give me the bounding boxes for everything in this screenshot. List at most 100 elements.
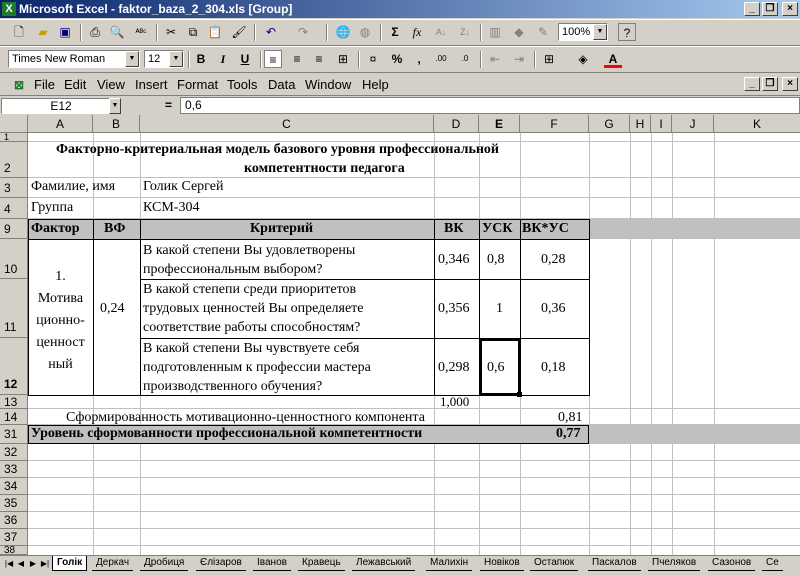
tab-golik[interactable]: Голік [52,556,88,571]
first-sheet-icon[interactable]: |◀ [4,558,14,570]
tab-yelizarov[interactable]: Єлізаров [196,556,246,571]
web-toolbar-icon[interactable]: ◍ [356,23,374,41]
merge-center-icon[interactable]: ⊞ [334,50,352,68]
tab-ostapiuk[interactable]: Остапюк [530,556,579,571]
zoom-select[interactable]: 100% ▼ [558,23,608,41]
bold-icon[interactable]: B [192,50,210,68]
menu-data[interactable]: Data [268,76,295,94]
row-header-13[interactable]: 13 [0,395,28,409]
col-header-d[interactable]: D [434,115,479,133]
tab-derkach[interactable]: Деркач [92,556,134,571]
row-header-33[interactable]: 33 [0,461,28,478]
last-sheet-icon[interactable]: ▶| [40,558,50,570]
comma-style-icon[interactable]: , [410,50,428,68]
row-header-38[interactable]: 38 [0,546,28,555]
row-header-9[interactable]: 9 [0,219,28,239]
row-header-4[interactable]: 4 [0,198,28,219]
help-icon[interactable]: ? [618,23,636,41]
menu-tools[interactable]: Tools [227,76,257,94]
menu-edit[interactable]: Edit [64,76,86,94]
workbook-minimize-icon[interactable]: _ [744,77,760,91]
minimize-icon[interactable]: _ [744,2,760,16]
spelling-icon[interactable]: ᴬᴮᶜ [132,23,150,41]
increase-indent-icon[interactable]: ⇥ [510,50,528,68]
redo-icon[interactable]: ↷ [294,23,312,41]
chevron-down-icon[interactable]: ▼ [125,51,139,67]
row-header-35[interactable]: 35 [0,495,28,512]
row-header-32[interactable]: 32 [0,444,28,461]
paste-icon[interactable]: 📋 [206,23,224,41]
menu-window[interactable]: Window [305,76,351,94]
copy-icon[interactable]: ⧉ [184,23,202,41]
row-header-14[interactable]: 14 [0,409,28,425]
font-color-icon[interactable]: A [604,50,622,68]
worksheet-grid[interactable]: A B C D E F G H I J K 1 2 3 4 9 10 11 12… [0,115,800,555]
menu-help[interactable]: Help [362,76,389,94]
function-icon[interactable]: fx [408,23,426,41]
row-header-2[interactable]: 2 [0,142,28,178]
tab-malykhin[interactable]: Малихін [426,556,473,571]
col-header-k[interactable]: K [714,115,800,133]
chevron-down-icon[interactable]: ▼ [169,51,183,67]
fill-handle[interactable] [517,392,522,397]
font-size-select[interactable]: 12 ▼ [144,50,184,68]
sort-ascending-icon[interactable]: A↓ [432,23,450,41]
align-center-icon[interactable]: ≡ [288,50,306,68]
decrease-indent-icon[interactable]: ⇤ [486,50,504,68]
row-header-10[interactable]: 10 [0,239,28,279]
cut-icon[interactable]: ✂ [162,23,180,41]
chevron-down-icon[interactable]: ▼ [593,24,607,40]
row-header-11[interactable]: 11 [0,279,28,338]
fill-color-icon[interactable]: ◈ [574,50,592,68]
underline-icon[interactable]: U [236,50,254,68]
tab-sazonov[interactable]: Сазонов [708,556,756,571]
col-header-a[interactable]: A [28,115,93,133]
chart-wizard-icon[interactable]: ▥ [486,23,504,41]
col-header-c[interactable]: C [140,115,434,133]
chevron-down-icon[interactable]: ▼ [109,98,121,114]
tab-drobytsia[interactable]: Дробиця [140,556,189,571]
col-header-g[interactable]: G [589,115,630,133]
align-left-icon[interactable]: ≡ [264,50,282,68]
col-header-f[interactable]: F [520,115,589,133]
print-icon[interactable]: ⎙ [86,23,104,41]
menu-view[interactable]: View [97,76,125,94]
tab-ivanov[interactable]: Іванов [253,556,291,571]
restore-icon[interactable]: ❐ [762,2,778,16]
italic-icon[interactable]: I [214,50,232,68]
next-sheet-icon[interactable]: ▶ [28,558,38,570]
select-all-corner[interactable] [0,115,28,133]
row-header-1[interactable]: 1 [0,133,28,142]
tab-pcheliakov[interactable]: Пчеляков [648,556,701,571]
name-box[interactable]: E12 [1,98,121,114]
autosum-icon[interactable]: Σ [386,23,404,41]
col-header-b[interactable]: B [93,115,140,133]
row-header-31[interactable]: 31 [0,425,28,444]
col-header-e[interactable]: E [479,115,520,133]
percent-icon[interactable]: % [388,50,406,68]
drawing-icon[interactable]: ✎ [534,23,552,41]
save-icon[interactable]: ▣ [56,23,74,41]
row-header-3[interactable]: 3 [0,178,28,198]
font-select[interactable]: Times New Roman ▼ [8,50,140,68]
menu-file[interactable]: File [34,76,55,94]
tab-kravets[interactable]: Кравець [298,556,345,571]
open-icon[interactable]: ▰ [34,23,52,41]
decrease-decimal-icon[interactable]: .0 [456,50,474,68]
tab-novikov[interactable]: Новіков [480,556,524,571]
increase-decimal-icon[interactable]: .00 [432,50,450,68]
workbook-close-icon[interactable]: × [782,77,798,91]
row-header-36[interactable]: 36 [0,512,28,529]
workbook-restore-icon[interactable]: ❐ [762,77,778,91]
hyperlink-icon[interactable]: 🌐 [334,23,352,41]
tab-lezhavskyi[interactable]: Лежавський [352,556,416,571]
prev-sheet-icon[interactable]: ◀ [16,558,26,570]
formula-input[interactable]: 0,6 [180,97,800,114]
tab-paskalov[interactable]: Паскалов [588,556,641,571]
row-header-34[interactable]: 34 [0,478,28,495]
col-header-i[interactable]: I [651,115,672,133]
map-icon[interactable]: ◆ [510,23,528,41]
col-header-h[interactable]: H [630,115,651,133]
menu-format[interactable]: Format [177,76,218,94]
row-header-37[interactable]: 37 [0,529,28,546]
